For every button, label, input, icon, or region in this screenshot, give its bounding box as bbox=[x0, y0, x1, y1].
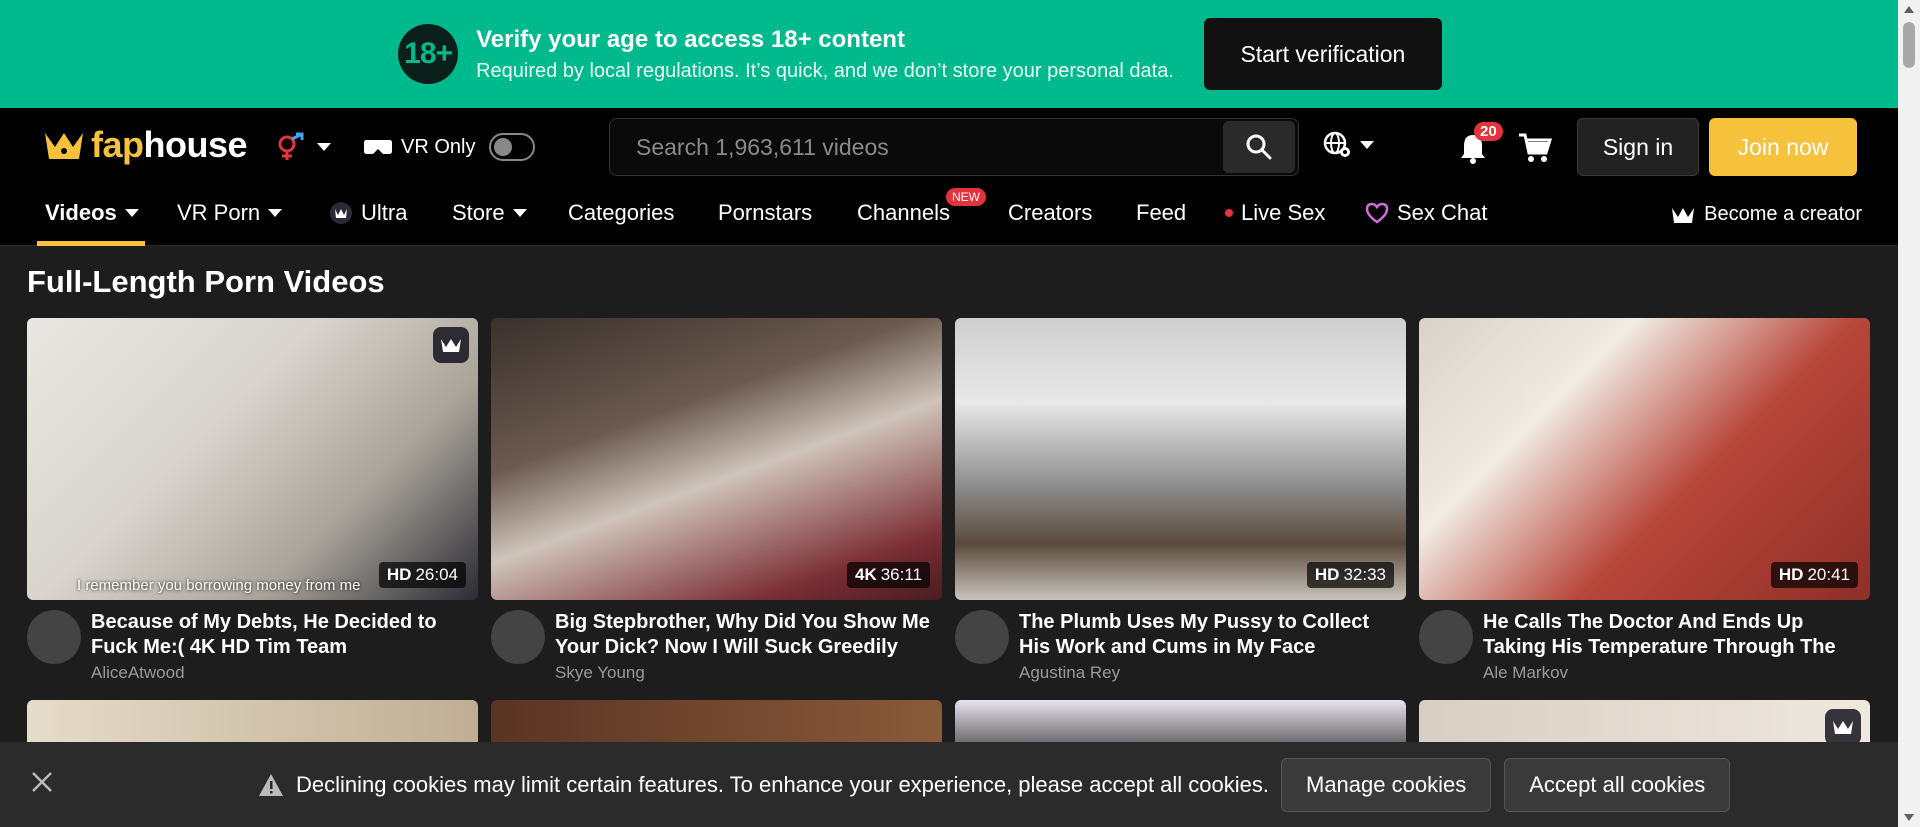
video-title[interactable]: He Calls The Doctor And Ends Up Taking H… bbox=[1483, 610, 1863, 660]
vr-only-label: VR Only bbox=[401, 135, 476, 158]
page-title: Full-Length Porn Videos bbox=[27, 264, 385, 299]
chevron-down-icon bbox=[317, 143, 331, 151]
thumbnail-image bbox=[1419, 318, 1870, 600]
live-dot-icon bbox=[1225, 209, 1233, 217]
video-title[interactable]: The Plumb Uses My Pussy to Collect His W… bbox=[1019, 610, 1399, 660]
site-header: faphouse VR Only Search 1,963,611 videos… bbox=[0, 108, 1898, 186]
scroll-thumb[interactable] bbox=[1903, 22, 1915, 68]
video-thumbnail[interactable]: HD 32:33 bbox=[955, 318, 1406, 600]
page-scrollbar[interactable] bbox=[1898, 0, 1920, 827]
ultra-crown-icon bbox=[330, 202, 352, 224]
video-card[interactable]: HD 32:33 The Plumb Uses My Pussy to Colle… bbox=[955, 318, 1406, 683]
video-duration: HD 32:33 bbox=[1306, 562, 1394, 588]
logo-house-text: house bbox=[143, 124, 248, 165]
nav-videos[interactable]: Videos bbox=[45, 200, 139, 226]
crown-icon bbox=[45, 133, 83, 159]
nav-live-sex[interactable]: Live Sex bbox=[1225, 200, 1325, 226]
video-duration: 4K 36:11 bbox=[846, 562, 930, 588]
premium-crown-badge bbox=[1825, 709, 1861, 745]
logo-fap-text: fap bbox=[91, 124, 144, 165]
thumbnail-image bbox=[27, 318, 478, 600]
notification-count-badge: 20 bbox=[1474, 122, 1503, 141]
nav-sex-chat[interactable]: Sex Chat bbox=[1365, 200, 1488, 226]
vr-headset-icon bbox=[364, 140, 392, 154]
video-card[interactable]: HD 20:41 He Calls The Doctor And Ends Up … bbox=[1419, 318, 1870, 683]
gender-icon bbox=[278, 132, 304, 160]
crown-icon bbox=[441, 339, 461, 352]
search-button[interactable] bbox=[1223, 121, 1295, 173]
age-banner-title: Verify your age to access 18+ content bbox=[476, 25, 905, 53]
scroll-down-arrow[interactable] bbox=[1904, 814, 1914, 821]
age-verification-banner: 18+ Verify your age to access 18+ conten… bbox=[0, 0, 1920, 108]
channel-avatar[interactable] bbox=[1419, 610, 1473, 664]
video-thumbnail[interactable]: I remember you borrowing money from me H… bbox=[27, 318, 478, 600]
scroll-up-arrow[interactable] bbox=[1904, 6, 1914, 13]
nav-pornstars[interactable]: Pornstars bbox=[718, 200, 812, 226]
warning-icon bbox=[259, 773, 283, 796]
crown-icon bbox=[1833, 721, 1853, 734]
channel-name[interactable]: Ale Markov bbox=[1483, 663, 1863, 683]
video-grid: I remember you borrowing money from me H… bbox=[27, 318, 1870, 683]
vr-only-toggle[interactable] bbox=[489, 133, 536, 161]
video-duration: HD 26:04 bbox=[378, 562, 466, 588]
age-18-badge: 18+ bbox=[398, 24, 459, 84]
chevron-down-icon bbox=[512, 209, 527, 217]
nav-store[interactable]: Store bbox=[452, 200, 527, 226]
channel-avatar[interactable] bbox=[491, 610, 545, 664]
search-icon bbox=[1246, 134, 1272, 160]
nav-creators[interactable]: Creators bbox=[1008, 200, 1092, 226]
start-verification-button[interactable]: Start verification bbox=[1203, 18, 1442, 90]
become-creator-link[interactable]: Become a creator bbox=[1670, 203, 1862, 226]
chevron-down-icon bbox=[124, 209, 139, 217]
search-bar bbox=[609, 118, 1299, 176]
video-caption: I remember you borrowing money from me bbox=[77, 577, 361, 594]
video-duration: HD 20:41 bbox=[1770, 562, 1858, 588]
new-badge: NEW bbox=[946, 188, 986, 206]
channel-name[interactable]: Skye Young bbox=[555, 663, 935, 683]
sign-in-button[interactable]: Sign in bbox=[1577, 118, 1699, 176]
video-thumbnail[interactable]: 4K 36:11 bbox=[491, 318, 942, 600]
video-card[interactable]: 4K 36:11 Big Stepbrother, Why Did You Sho… bbox=[491, 318, 942, 683]
join-now-button[interactable]: Join now bbox=[1709, 118, 1857, 176]
premium-crown-badge bbox=[433, 327, 469, 363]
faphouse-logo[interactable]: faphouse bbox=[43, 124, 248, 166]
language-settings[interactable] bbox=[1322, 130, 1374, 160]
channel-name[interactable]: Agustina Rey bbox=[1019, 663, 1399, 683]
channel-avatar[interactable] bbox=[27, 610, 81, 664]
nav-channels[interactable]: Channels bbox=[857, 200, 950, 226]
chevron-down-icon bbox=[1360, 141, 1374, 149]
main-nav: Videos VR Porn Ultra Store Categories Po… bbox=[0, 186, 1898, 246]
nav-feed[interactable]: Feed bbox=[1136, 200, 1186, 226]
video-title[interactable]: Because of My Debts, He Decided to Fuck … bbox=[91, 610, 471, 660]
channel-name[interactable]: AliceAtwood bbox=[91, 663, 471, 683]
nav-active-indicator bbox=[37, 241, 145, 246]
globe-gear-icon bbox=[1323, 131, 1350, 157]
crown-icon bbox=[1672, 207, 1695, 223]
vr-only-filter[interactable]: VR Only bbox=[363, 133, 536, 161]
video-thumbnail[interactable]: HD 20:41 bbox=[1419, 318, 1870, 600]
video-title[interactable]: Big Stepbrother, Why Did You Show Me You… bbox=[555, 610, 935, 660]
cookie-banner: Declining cookies may limit certain feat… bbox=[0, 742, 1898, 827]
thumbnail-image bbox=[955, 318, 1406, 600]
search-input[interactable] bbox=[610, 133, 1223, 161]
cookie-message: Declining cookies may limit certain feat… bbox=[296, 771, 1269, 797]
gender-selector[interactable] bbox=[275, 132, 331, 162]
nav-categories[interactable]: Categories bbox=[568, 200, 674, 226]
close-icon[interactable] bbox=[30, 770, 54, 794]
accept-cookies-button[interactable]: Accept all cookies bbox=[1504, 757, 1731, 812]
chat-heart-icon bbox=[1365, 202, 1389, 224]
chevron-down-icon bbox=[268, 209, 283, 217]
channel-avatar[interactable] bbox=[955, 610, 1009, 664]
video-card[interactable]: I remember you borrowing money from me H… bbox=[27, 318, 478, 683]
nav-ultra[interactable]: Ultra bbox=[329, 200, 407, 226]
cart-icon[interactable] bbox=[1518, 132, 1552, 164]
thumbnail-image bbox=[491, 318, 942, 600]
nav-vr-porn[interactable]: VR Porn bbox=[177, 200, 283, 226]
age-banner-subtitle: Required by local regulations. It’s quic… bbox=[476, 59, 1174, 82]
manage-cookies-button[interactable]: Manage cookies bbox=[1281, 757, 1492, 812]
